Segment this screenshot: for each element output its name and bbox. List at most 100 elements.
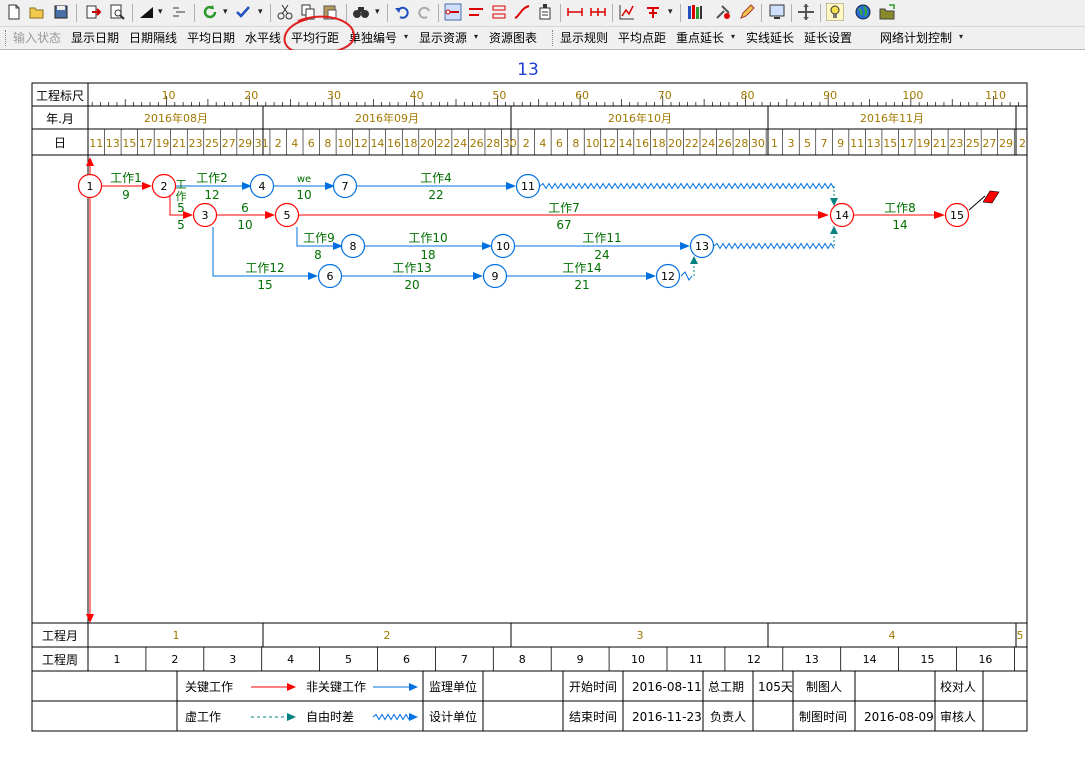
node-1[interactable]: 1 <box>77 173 103 199</box>
reviewer-label: 审核人 <box>940 709 976 724</box>
node-2[interactable]: 2 <box>151 173 177 199</box>
total-duration-value: 105天 <box>758 680 793 694</box>
open-project-icon[interactable] <box>878 3 896 21</box>
project-week-label: 14 <box>863 653 877 666</box>
critical-line-icon[interactable] <box>467 3 485 21</box>
open-folder-icon[interactable] <box>28 3 46 21</box>
node-5[interactable]: 5 <box>274 202 300 228</box>
library-icon[interactable] <box>686 3 704 21</box>
day-label: 29 <box>238 137 252 150</box>
check-icon[interactable] <box>234 3 252 21</box>
free-float-11-14[interactable] <box>539 182 835 190</box>
export-icon[interactable] <box>84 3 102 21</box>
tools-icon[interactable] <box>714 3 732 21</box>
node-10[interactable]: 10 <box>490 233 516 259</box>
day-label: 8 <box>572 137 579 150</box>
node-11[interactable]: 11 <box>515 173 541 199</box>
print-preview-icon[interactable] <box>108 3 126 21</box>
day-label: 25 <box>205 137 219 150</box>
network-plan-control-button[interactable]: 网络计划控制 <box>880 31 952 45</box>
bar-view-icon[interactable] <box>490 3 508 21</box>
globe-icon[interactable] <box>854 3 872 21</box>
day-label: 8 <box>324 137 331 150</box>
indent-icon[interactable] <box>170 3 188 21</box>
show-resource-button[interactable]: 显示资源 <box>419 31 467 45</box>
monitor-icon[interactable] <box>768 3 786 21</box>
node-6[interactable]: 6 <box>317 263 343 289</box>
solid-extend-button[interactable]: 实线延长 <box>746 31 794 45</box>
free-float-12-13[interactable] <box>680 271 693 281</box>
node-9[interactable]: 9 <box>482 263 508 289</box>
project-week-label: 7 <box>461 653 468 666</box>
node-3[interactable]: 3 <box>192 202 218 228</box>
scale-row-label: 工程标尺 <box>36 88 84 103</box>
extend-settings-button[interactable]: 延长设置 <box>804 31 852 45</box>
show-date-button[interactable]: 显示日期 <box>71 31 119 45</box>
scale-label: 10 <box>162 89 176 102</box>
key-extend-button[interactable]: 重点延长 <box>676 31 724 45</box>
curve-icon[interactable] <box>513 3 531 21</box>
day-label: 7 <box>821 137 828 150</box>
day-label: 31 <box>255 137 269 150</box>
drawer-label: 制图人 <box>806 680 842 694</box>
legend-free-float-label: 自由时差 <box>306 710 354 724</box>
day-row-label: 日 <box>54 136 66 150</box>
format-icon[interactable] <box>644 3 662 21</box>
activity-duration: 10 <box>296 188 311 202</box>
horizontal-line-button[interactable]: 水平线 <box>245 31 281 45</box>
refresh-icon[interactable] <box>201 3 219 21</box>
free-float-13-14[interactable] <box>713 242 835 250</box>
activity-duration: 22 <box>428 188 443 202</box>
show-rules-button[interactable]: 显示规则 <box>560 31 608 45</box>
line-style-icon[interactable] <box>138 3 156 21</box>
lightbulb-icon[interactable] <box>826 3 844 21</box>
node-8[interactable]: 8 <box>340 233 366 259</box>
day-label: 5 <box>804 137 811 150</box>
input-state-button[interactable]: 输入状态 <box>13 31 61 45</box>
day-label: 24 <box>701 137 715 150</box>
activity-duration: 18 <box>420 248 435 262</box>
node-7[interactable]: 7 <box>332 173 358 199</box>
legend-designer-label: 设计单位 <box>429 709 477 724</box>
node-12[interactable]: 12 <box>655 263 681 289</box>
end-time-label: 结束时间 <box>569 710 617 724</box>
node-15[interactable]: 15 <box>944 202 970 228</box>
average-point-spacing-button[interactable]: 平均点距 <box>618 31 666 45</box>
resource-icon[interactable] <box>536 3 554 21</box>
network-view-icon[interactable] <box>444 3 462 21</box>
spacing-icon[interactable] <box>566 3 584 21</box>
svg-text:8: 8 <box>350 240 357 253</box>
node-14[interactable]: 14 <box>829 202 855 228</box>
spacing-even-icon[interactable] <box>589 3 607 21</box>
save-icon[interactable] <box>52 3 70 21</box>
scale-label: 70 <box>658 89 672 102</box>
average-date-button[interactable]: 平均日期 <box>187 31 235 45</box>
node-13[interactable]: 13 <box>689 233 715 259</box>
project-week-label: 10 <box>631 653 645 666</box>
project-week-row-label: 工程周 <box>42 652 78 667</box>
arrowhead <box>680 242 690 250</box>
day-label: 6 <box>308 137 315 150</box>
edit-icon[interactable] <box>738 3 756 21</box>
project-month-row-label: 工程月 <box>42 628 78 643</box>
new-file-icon[interactable] <box>5 3 23 21</box>
resource-chart-button[interactable]: 资源图表 <box>489 31 537 45</box>
day-label: 27 <box>982 137 996 150</box>
undo-icon[interactable] <box>393 3 411 21</box>
day-label: 10 <box>337 137 351 150</box>
project-week-label: 16 <box>978 653 992 666</box>
activity-name: 工作2 <box>196 171 228 185</box>
chart-icon[interactable] <box>618 3 636 21</box>
svg-text:5: 5 <box>284 209 291 222</box>
date-gridline-button[interactable]: 日期隔线 <box>129 31 177 45</box>
move-icon[interactable] <box>797 3 815 21</box>
project-week-label: 3 <box>229 653 236 666</box>
standard-toolbar: ▾ ▾ ▾ ▾ ▾ <box>0 0 1085 27</box>
month-label: 2016年09月 <box>355 111 419 125</box>
node-4[interactable]: 4 <box>249 173 275 199</box>
legend-noncritical-label: 非关键工作 <box>306 680 366 694</box>
redo-icon[interactable] <box>416 3 434 21</box>
scale-label: 30 <box>327 89 341 102</box>
project-week-label: 12 <box>747 653 761 666</box>
activity-duration: 5 <box>177 218 185 232</box>
